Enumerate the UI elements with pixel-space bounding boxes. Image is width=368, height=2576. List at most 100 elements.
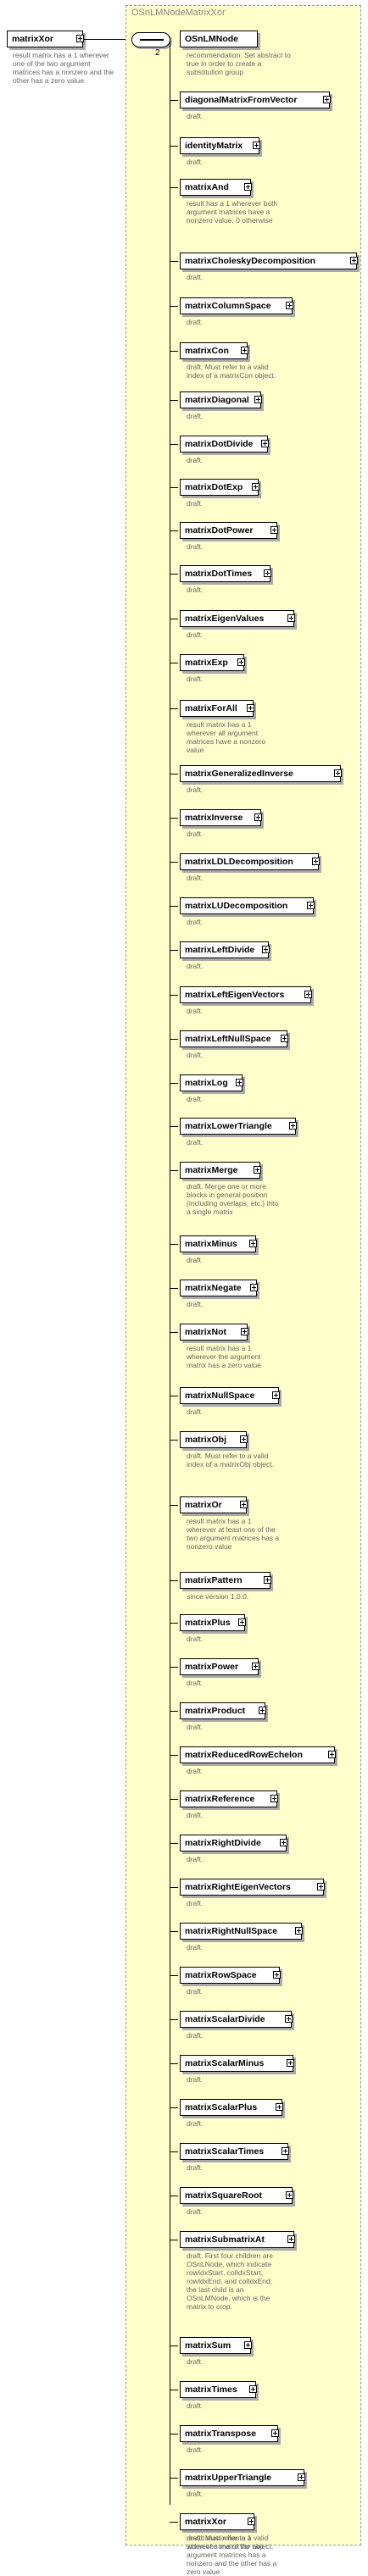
expand-icon[interactable]: [295, 1927, 303, 1935]
expand-icon[interactable]: [250, 1284, 258, 1291]
child-element-matrixobj[interactable]: matrixObj: [180, 1431, 248, 1448]
child-element-matrixxor[interactable]: matrixXor: [180, 2513, 255, 2530]
child-element-matrixpattern[interactable]: matrixPattern: [180, 1572, 271, 1589]
expand-icon[interactable]: [334, 769, 342, 777]
child-element-matrixldldecomposition[interactable]: matrixLDLDecomposition: [180, 853, 320, 870]
expand-icon[interactable]: [317, 1883, 325, 1890]
expand-icon[interactable]: [244, 2341, 252, 2349]
expand-icon[interactable]: [286, 302, 293, 309]
expand-icon[interactable]: [307, 902, 315, 909]
expand-icon[interactable]: [238, 1618, 246, 1626]
expand-icon[interactable]: [270, 526, 278, 534]
expand-icon[interactable]: [270, 1795, 278, 1802]
child-element-matrixrighteigenvectors[interactable]: matrixRightEigenVectors: [180, 1879, 325, 1896]
child-element-matrixrowspace[interactable]: matrixRowSpace: [180, 1967, 281, 1984]
child-element-matrixforall[interactable]: matrixForAll: [180, 700, 254, 717]
child-element-matrixcon[interactable]: matrixCon: [180, 342, 248, 359]
expand-icon[interactable]: [312, 858, 320, 865]
expand-icon[interactable]: [248, 2518, 255, 2525]
expand-icon[interactable]: [241, 347, 248, 354]
expand-icon[interactable]: [240, 1501, 248, 1508]
expand-icon[interactable]: [240, 1435, 248, 1443]
expand-icon[interactable]: [254, 1166, 261, 1174]
child-element-matrixand[interactable]: matrixAnd: [180, 179, 252, 196]
expand-icon[interactable]: [241, 1328, 248, 1335]
expand-icon[interactable]: [247, 704, 254, 712]
child-element-diagonalmatrixfromvector[interactable]: diagonalMatrixFromVector: [180, 92, 331, 108]
child-element-identitymatrix[interactable]: identityMatrix: [180, 137, 260, 154]
child-element-matrixlog[interactable]: matrixLog: [180, 1074, 243, 1091]
child-element-matrixexp[interactable]: matrixExp: [180, 654, 245, 671]
child-element-matrixdiagonal[interactable]: matrixDiagonal: [180, 391, 262, 408]
expand-icon[interactable]: [254, 396, 262, 403]
expand-icon[interactable]: [281, 1035, 288, 1042]
child-element-matrixdotpower[interactable]: matrixDotPower: [180, 522, 278, 539]
child-element-matrixscalarplus[interactable]: matrixScalarPlus: [180, 2099, 283, 2116]
expand-icon[interactable]: [254, 813, 262, 821]
expand-icon[interactable]: [236, 1079, 243, 1086]
child-element-matrixsum[interactable]: matrixSum: [180, 2337, 252, 2354]
child-element-matrixscalardivide[interactable]: matrixScalarDivide: [180, 2011, 293, 2028]
expand-icon[interactable]: [271, 2429, 279, 2437]
child-element-matrixcolumnspace[interactable]: matrixColumnSpace: [180, 297, 293, 314]
child-element-matrixreference[interactable]: matrixReference: [180, 1790, 278, 1807]
child-element-matrixor[interactable]: matrixOr: [180, 1496, 248, 1513]
child-element-matrixludecomposition[interactable]: matrixLUDecomposition: [180, 897, 315, 914]
child-element-matrixrightdivide[interactable]: matrixRightDivide: [180, 1835, 287, 1852]
child-element-matrixnullspace[interactable]: matrixNullSpace: [180, 1387, 280, 1404]
expand-icon[interactable]: [276, 2103, 283, 2111]
expand-icon[interactable]: [237, 658, 245, 666]
child-element-matrixreducedrowechelon[interactable]: matrixReducedRowEchelon: [180, 1746, 336, 1763]
child-element-matrixsquareroot[interactable]: matrixSquareRoot: [180, 2187, 293, 2204]
root-element-matrixxor[interactable]: matrixXor: [7, 31, 84, 47]
expand-icon[interactable]: [273, 1971, 281, 1979]
child-element-matrixscalartimes[interactable]: matrixScalarTimes: [180, 2143, 289, 2160]
expand-icon[interactable]: [253, 142, 260, 149]
expand-icon[interactable]: [249, 1240, 257, 1247]
expand-icon[interactable]: [252, 483, 259, 491]
child-element-matrixlefteigenvectors[interactable]: matrixLeftEigenVectors: [180, 986, 312, 1003]
base-element-osnlmnode[interactable]: OSnLMNode: [180, 31, 258, 47]
child-element-matrixtimes[interactable]: matrixTimes: [180, 2381, 257, 2398]
expand-icon[interactable]: [298, 2473, 305, 2481]
expand-icon[interactable]: [272, 1391, 280, 1399]
expand-icon[interactable]: [286, 2191, 293, 2199]
expand-icon[interactable]: [252, 1663, 259, 1670]
child-element-matrixproduct[interactable]: matrixProduct: [180, 1702, 266, 1719]
child-element-matrixcholeskydecomposition[interactable]: matrixCholeskyDecomposition: [180, 253, 358, 269]
child-element-matrixdotdivide[interactable]: matrixDotDivide: [180, 436, 269, 452]
child-element-matrixrightnullspace[interactable]: matrixRightNullSpace: [180, 1923, 303, 1940]
child-element-matrixnot[interactable]: matrixNot: [180, 1324, 248, 1341]
child-element-matrixtranspose[interactable]: matrixTranspose: [180, 2425, 279, 2442]
child-element-matrixplus[interactable]: matrixPlus: [180, 1614, 246, 1631]
expand-icon[interactable]: [350, 257, 358, 264]
expand-icon[interactable]: [287, 2059, 294, 2067]
child-element-matrixinverse[interactable]: matrixInverse: [180, 809, 262, 826]
child-element-matrixgeneralizedinverse[interactable]: matrixGeneralizedInverse: [180, 765, 342, 782]
child-element-matrixsubmatrixat[interactable]: matrixSubmatrixAt: [180, 2231, 295, 2248]
child-element-matrixmerge[interactable]: matrixMerge: [180, 1162, 261, 1179]
expand-icon[interactable]: [244, 183, 252, 191]
child-element-matrixminus[interactable]: matrixMinus: [180, 1235, 257, 1252]
child-element-matrixeigenvalues[interactable]: matrixEigenValues: [180, 610, 295, 627]
expand-icon[interactable]: [259, 1707, 266, 1714]
child-element-matrixdotexp[interactable]: matrixDotExp: [180, 479, 259, 496]
child-element-matrixleftdivide[interactable]: matrixLeftDivide: [180, 941, 270, 958]
expand-icon[interactable]: [304, 991, 312, 998]
child-element-matrixnegate[interactable]: matrixNegate: [180, 1280, 258, 1296]
expand-icon[interactable]: [264, 569, 271, 577]
expand-icon[interactable]: [264, 1576, 271, 1584]
expand-icon[interactable]: [289, 1122, 297, 1130]
expand-icon[interactable]: [328, 1751, 336, 1758]
expand-icon[interactable]: [262, 946, 270, 953]
child-element-matrixpower[interactable]: matrixPower: [180, 1658, 259, 1675]
expand-icon[interactable]: [287, 614, 295, 622]
expand-icon[interactable]: [323, 96, 331, 103]
expand-icon[interactable]: [282, 2147, 289, 2155]
expand-icon[interactable]: [249, 2385, 257, 2393]
child-element-matrixscalarminus[interactable]: matrixScalarMinus: [180, 2055, 294, 2072]
expand-icon[interactable]: [287, 2235, 295, 2243]
expand-icon[interactable]: [280, 1839, 287, 1846]
child-element-matrixuppertriangle[interactable]: matrixUpperTriangle: [180, 2469, 305, 2486]
child-element-matrixleftnullspace[interactable]: matrixLeftNullSpace: [180, 1030, 288, 1047]
